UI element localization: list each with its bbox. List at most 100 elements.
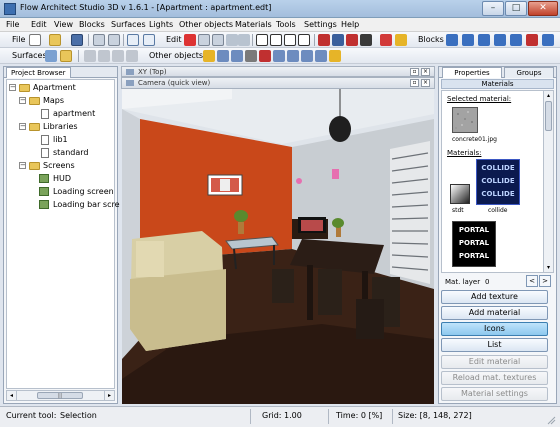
toolbar-edit-label[interactable]: Edit — [166, 35, 182, 44]
compile-icon[interactable] — [380, 34, 392, 46]
menu-tools[interactable]: Tools — [276, 20, 296, 29]
close-button[interactable]: ✕ — [528, 1, 558, 16]
scroll-thumb[interactable]: ||| — [37, 392, 83, 399]
mat-layer-prev-icon[interactable]: < — [526, 275, 538, 287]
material-thumb-portal[interactable]: PORTAL PORTAL PORTAL — [452, 221, 496, 267]
scroll-right-icon[interactable]: ▸ — [104, 391, 114, 400]
scale-icon[interactable] — [298, 34, 310, 46]
collapse-icon[interactable]: − — [19, 123, 26, 130]
restore-view-icon[interactable]: ▫ — [410, 79, 419, 87]
restore-view-icon[interactable]: ▫ — [410, 68, 419, 76]
menu-help[interactable]: Help — [341, 20, 359, 29]
light-sun-icon[interactable] — [112, 50, 124, 62]
scroll-up-icon[interactable]: ▴ — [544, 91, 553, 100]
new-file-icon[interactable] — [29, 34, 41, 46]
close-view-icon[interactable]: × — [421, 79, 430, 87]
reload-textures-button[interactable]: Reload mat. textures — [441, 371, 548, 385]
light-point-icon[interactable] — [84, 50, 96, 62]
undo-icon[interactable] — [226, 34, 238, 46]
light-spot-icon[interactable] — [98, 50, 110, 62]
selected-material-thumbnail[interactable] — [452, 107, 478, 133]
collapse-icon[interactable]: − — [9, 84, 16, 91]
block-stairs-icon[interactable] — [526, 34, 538, 46]
add-texture-button[interactable]: Add texture — [441, 290, 548, 304]
move-icon[interactable] — [270, 34, 282, 46]
surface-diamond-icon[interactable] — [45, 50, 57, 62]
toolbar-other-objects-label[interactable]: Other objects — [149, 51, 203, 60]
object-marker-icon[interactable] — [245, 50, 257, 62]
light-ambient-icon[interactable] — [126, 50, 138, 62]
object-particle-icon[interactable] — [329, 50, 341, 62]
tab-properties[interactable]: Properties — [442, 67, 502, 78]
menu-lights[interactable]: Lights — [149, 20, 173, 29]
scroll-left-icon[interactable]: ◂ — [7, 391, 17, 400]
camera-icon[interactable] — [360, 34, 372, 46]
material-settings-button[interactable]: Material settings — [441, 387, 548, 401]
camera-view-header[interactable]: Camera (quick view) ▫ × — [121, 77, 435, 89]
collapse-icon[interactable]: − — [19, 97, 26, 104]
tab-project-browser[interactable]: Project Browser — [6, 67, 71, 78]
material-thumb-collide[interactable]: COLLIDE COLLIDE COLLIDE — [476, 159, 520, 205]
mat-layer-next-icon[interactable]: > — [539, 275, 551, 287]
menu-surfaces[interactable]: Surfaces — [111, 20, 146, 29]
edit-material-button[interactable]: Edit material — [441, 355, 548, 369]
delete-icon[interactable] — [184, 34, 196, 46]
redo-icon[interactable] — [238, 34, 250, 46]
block-cube-icon[interactable] — [446, 34, 458, 46]
layout-icon[interactable] — [93, 34, 105, 46]
maximize-button[interactable]: □ — [505, 1, 527, 16]
resize-grip-icon[interactable] — [546, 415, 556, 425]
toolbar-surfaces-label[interactable]: Surfaces — [12, 51, 47, 60]
icons-view-button[interactable]: Icons — [441, 322, 548, 336]
toolbar-file-label[interactable]: File — [12, 35, 25, 44]
view-split-icon[interactable] — [143, 34, 155, 46]
object-sound-icon[interactable] — [259, 50, 271, 62]
object-trigger-icon[interactable] — [273, 50, 285, 62]
minimize-button[interactable]: – — [482, 1, 504, 16]
collapse-icon[interactable]: − — [19, 162, 26, 169]
block-sphere-icon[interactable] — [510, 34, 522, 46]
menu-view[interactable]: View — [54, 20, 73, 29]
grid-icon[interactable] — [332, 34, 344, 46]
object-link-icon[interactable] — [231, 50, 243, 62]
open-folder-icon[interactable] — [49, 34, 61, 46]
rotate-icon[interactable] — [284, 34, 296, 46]
block-arch-icon[interactable] — [542, 34, 554, 46]
material-thumb-stdt[interactable] — [450, 184, 470, 204]
run-icon[interactable] — [395, 34, 407, 46]
list-view-button[interactable]: List — [441, 338, 548, 352]
select-arrow-icon[interactable] — [256, 34, 268, 46]
add-material-button[interactable]: Add material — [441, 306, 548, 320]
object-lift-icon[interactable] — [301, 50, 313, 62]
close-view-icon[interactable]: × — [421, 68, 430, 76]
menu-settings[interactable]: Settings — [304, 20, 337, 29]
paste-icon[interactable] — [212, 34, 224, 46]
object-key-icon[interactable] — [203, 50, 215, 62]
materials-vertical-scrollbar[interactable]: ▴ ▾ — [543, 91, 553, 272]
copy-icon[interactable] — [198, 34, 210, 46]
object-door-icon[interactable] — [315, 50, 327, 62]
tree-horizontal-scrollbar[interactable]: ◂ ||| ▸ — [6, 390, 115, 401]
scroll-thumb[interactable] — [545, 101, 552, 131]
scroll-down-icon[interactable]: ▾ — [544, 263, 553, 272]
magnet-icon[interactable] — [346, 34, 358, 46]
material-paint-icon[interactable] — [318, 34, 330, 46]
xy-top-view-header[interactable]: XY (Top) ▫ × — [121, 66, 435, 77]
camera-3d-viewport[interactable] — [122, 89, 434, 404]
menu-other-objects[interactable]: Other objects — [179, 20, 233, 29]
tab-groups[interactable]: Groups — [504, 67, 554, 78]
menu-edit[interactable]: Edit — [31, 20, 47, 29]
surface-folder-icon[interactable] — [60, 50, 72, 62]
toolbar-blocks-label[interactable]: Blocks — [418, 35, 444, 44]
view-single-icon[interactable] — [127, 34, 139, 46]
block-cylinder-icon[interactable] — [478, 34, 490, 46]
menu-blocks[interactable]: Blocks — [79, 20, 105, 29]
menu-materials[interactable]: Materials — [235, 20, 272, 29]
menu-file[interactable]: File — [6, 20, 19, 29]
object-path-icon[interactable] — [287, 50, 299, 62]
save-icon[interactable] — [71, 34, 83, 46]
block-wedge-icon[interactable] — [462, 34, 474, 46]
cut-icon[interactable] — [108, 34, 120, 46]
block-cone-icon[interactable] — [494, 34, 506, 46]
object-flag-icon[interactable] — [217, 50, 229, 62]
